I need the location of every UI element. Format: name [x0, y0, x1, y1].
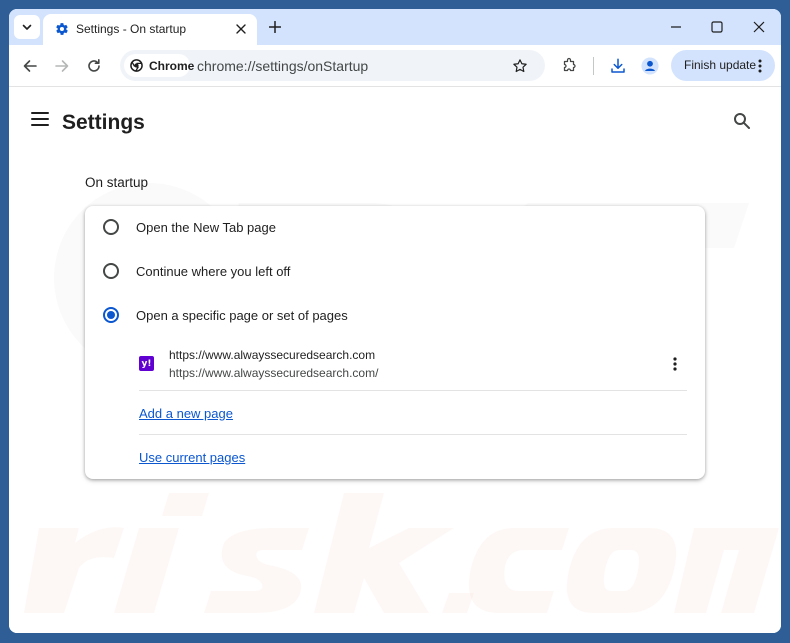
page-title: Settings [62, 111, 145, 134]
option-label: Open the New Tab page [136, 220, 276, 235]
maximize-icon [711, 21, 723, 33]
tab-close-button[interactable] [233, 21, 249, 37]
reload-icon [88, 59, 100, 72]
option-label: Continue where you left off [136, 264, 291, 279]
close-icon [236, 24, 246, 34]
menu-icon[interactable] [31, 111, 49, 127]
profile-button[interactable] [640, 56, 660, 76]
finish-update-button[interactable]: Finish update [671, 50, 775, 81]
radio-button[interactable] [103, 263, 119, 279]
settings-page: Settings On startup Open the New Tab pag… [9, 88, 781, 633]
tab-search-button[interactable] [14, 15, 40, 39]
use-current-pages-link[interactable]: Use current pages [139, 450, 245, 465]
finish-update-label: Finish update [684, 58, 757, 72]
toolbar-separator [593, 57, 594, 75]
forward-button[interactable] [51, 55, 73, 77]
star-icon [513, 59, 527, 73]
reload-button[interactable] [83, 55, 105, 77]
divider [139, 434, 687, 435]
search-icon[interactable] [733, 112, 751, 130]
address-bar[interactable]: Chrome chrome://settings/onStartup [120, 50, 545, 81]
maximize-button[interactable] [708, 18, 726, 36]
puzzle-icon [563, 57, 576, 72]
minimize-icon [671, 26, 681, 28]
add-new-page-link[interactable]: Add a new page [139, 406, 233, 421]
startup-page-name: https://www.alwayssecuredsearch.com [169, 348, 376, 362]
close-icon [753, 21, 765, 33]
option-new-tab[interactable]: Open the New Tab page [85, 207, 705, 247]
minimize-button[interactable] [667, 18, 685, 36]
tab-settings[interactable]: Settings - On startup [43, 14, 257, 45]
close-window-button[interactable] [750, 18, 768, 36]
arrow-right-icon [55, 60, 69, 72]
arrow-left-icon [23, 60, 37, 72]
toolbar: Chrome chrome://settings/onStartup Finis… [9, 45, 781, 87]
startup-page-entry: y! https://www.alwayssecuredsearch.com h… [139, 344, 687, 390]
more-actions-button[interactable] [665, 354, 685, 374]
more-vert-icon [673, 357, 677, 371]
back-button[interactable] [19, 55, 41, 77]
startup-page-url: https://www.alwayssecuredsearch.com/ [169, 366, 379, 380]
plus-icon [269, 21, 281, 33]
downloads-button[interactable] [607, 55, 629, 77]
chevron-down-icon [22, 24, 32, 30]
download-icon [611, 58, 625, 73]
url-text[interactable]: chrome://settings/onStartup [197, 58, 368, 74]
browser-window: Settings - On startup Chrome chrome://se… [9, 9, 781, 633]
site-info-chip[interactable]: Chrome [124, 54, 194, 77]
radio-button-checked[interactable] [103, 307, 119, 323]
option-specific-pages[interactable]: Open a specific page or set of pages [85, 295, 705, 335]
yahoo-favicon-icon: y! [139, 356, 154, 371]
tab-title: Settings - On startup [76, 22, 187, 36]
chip-label: Chrome [149, 59, 195, 73]
option-label: Open a specific page or set of pages [136, 308, 348, 323]
bookmark-button[interactable] [510, 56, 530, 76]
avatar-icon [641, 57, 659, 75]
radio-button[interactable] [103, 219, 119, 235]
startup-options-card: Open the New Tab page Continue where you… [85, 206, 705, 479]
divider [139, 390, 687, 391]
section-title: On startup [85, 175, 149, 190]
tab-strip: Settings - On startup [9, 9, 781, 45]
new-tab-button[interactable] [265, 17, 285, 37]
option-continue[interactable]: Continue where you left off [85, 251, 705, 291]
gear-icon [56, 23, 68, 35]
extensions-button[interactable] [558, 55, 580, 77]
more-vert-icon [755, 57, 765, 75]
chrome-logo-icon [130, 59, 143, 72]
